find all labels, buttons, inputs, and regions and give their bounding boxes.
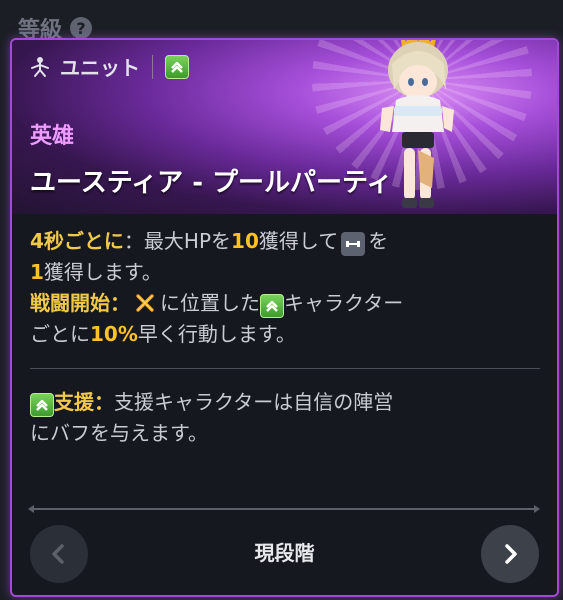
unit-info-screen: 等級 ? ユニット 英雄 ユースティア - プールパーティ 4秒ごとに：最大HP…: [0, 0, 563, 600]
rarity-label: 英雄: [30, 124, 75, 149]
unit-type-row: ユニット: [28, 52, 189, 81]
skill-2-value: 10%: [90, 322, 138, 346]
next-button[interactable]: [481, 525, 539, 583]
skill-1: 4秒ごとに：最大HPを10獲得して を 1獲得します。: [30, 226, 545, 288]
skill-2-text-c: ごとに: [30, 322, 90, 346]
skill-3-text-a: 支援キャラクターは自信の陣営: [114, 390, 394, 414]
skill-2-label: 戦闘開始：: [30, 291, 130, 315]
track-right-cap: [534, 505, 540, 513]
unit-type-icon: [31, 56, 49, 77]
skill-1-text-a: 最大HPを: [143, 229, 232, 253]
skill-1-text-b: 獲得して: [258, 229, 339, 253]
dumbbell-icon: [341, 232, 366, 256]
skill-1-value-a: 10: [231, 229, 259, 253]
crossed-swords-icon: [134, 292, 156, 314]
chevron-right-icon: [505, 544, 517, 564]
skill-1-text-c: を: [368, 229, 389, 253]
skill-2-text-b: キャラクター: [284, 291, 404, 315]
stage-label: 現段階: [254, 541, 315, 565]
skill-1-label: 4秒ごとに: [30, 229, 124, 253]
skill-1-value-b: 1: [30, 260, 44, 284]
divider: [152, 54, 153, 79]
skill-1-text-d: 獲得します。: [43, 260, 162, 284]
scroll-fade: [12, 440, 557, 500]
skill-3-label: 支援: [54, 390, 94, 414]
skill-3-colon: ：: [94, 390, 114, 414]
faction-badge-icon: [260, 294, 284, 318]
skill-1-colon: ：: [123, 229, 144, 253]
card-header: ユニット 英雄 ユースティア - プールパーティ: [12, 40, 557, 214]
help-glyph: ?: [76, 18, 86, 38]
scroll-track[interactable]: [28, 505, 540, 513]
skill-2-text-d: 早く行動します。: [137, 322, 296, 346]
unit-card: ユニット 英雄 ユースティア - プールパーティ 4秒ごとに：最大HPを10獲得…: [10, 38, 559, 597]
skill-2-text-a: に位置した: [160, 291, 260, 315]
faction-badge-icon: [165, 54, 189, 79]
faction-badge-icon: [30, 393, 54, 417]
character-name: ユースティア - プールパーティ: [30, 168, 393, 198]
unit-type-label: ユニット: [60, 56, 140, 80]
help-icon[interactable]: ?: [70, 17, 93, 39]
section-divider: [30, 368, 540, 369]
track-left-cap: [28, 505, 34, 513]
skill-2: 戦闘開始： に位置した キャラクターごとに10%早く行動します。: [30, 288, 545, 350]
